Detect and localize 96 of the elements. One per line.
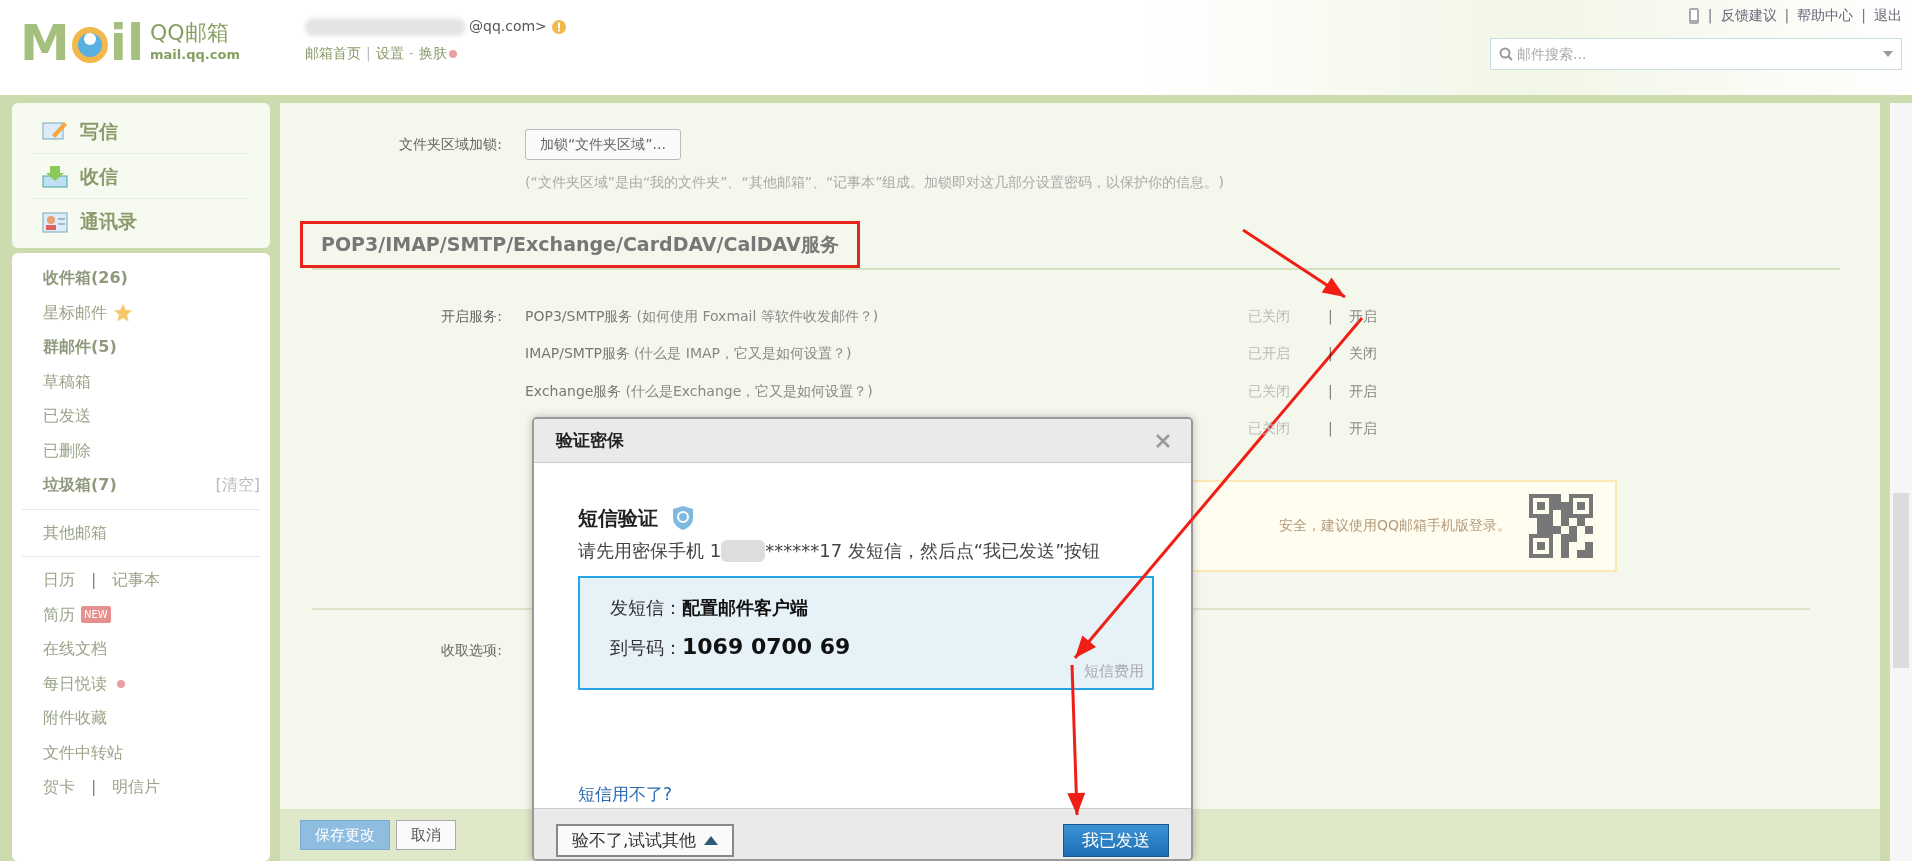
notice-text: 安全，建议使用QQ邮箱手机版登录。 [1278,516,1511,535]
separator: | [1328,419,1333,439]
pencil-icon [42,119,68,143]
toggle-link[interactable]: 开启 [1348,380,1377,402]
folder-link[interactable]: 附件收藏 [43,701,107,736]
status-text: 已开启 [1248,344,1291,364]
top-link[interactable]: 退出 [1874,5,1902,26]
sms-value: 1069 0700 69 [682,633,851,662]
help-link[interactable]: (什么是 IMAP，它又是如何设置？) [633,343,852,365]
field-label: 收取选项: [440,640,503,660]
sms-label: 到号码： [610,636,682,661]
separator: | [1707,6,1713,26]
qr-code [1529,493,1593,558]
folder-link[interactable]: 已发送 [43,399,91,434]
dialog-heading: 短信验证 [578,505,658,533]
redaction-mark [721,539,766,562]
other-method-button[interactable]: 验不了,试试其他 [556,823,735,858]
cancel-button[interactable]: 取消 [396,819,456,851]
sidebar-action[interactable]: 写信 [32,109,250,154]
dialog-title: 验证密保 [556,428,624,452]
instruction-text: ******17 发短信，然后点“我已发送”按钮 [765,539,1101,564]
logo-title: QQ邮箱 [150,21,230,46]
new-badge: NEW [81,606,111,624]
service-name: IMAP/SMTP服务 [525,344,630,364]
caret-icon [704,835,719,845]
account-email: @qq.com> [469,17,547,36]
fee-link[interactable]: 短信费用 [1084,659,1144,683]
scrollbar[interactable] [1890,103,1912,861]
service-name: Exchange服务 [525,381,622,401]
sidebar-action[interactable]: 通讯录 [32,199,250,244]
header-link[interactable]: 换肤 [418,43,447,64]
separator: | [1328,306,1333,327]
sms-value: 配置邮件客户端 [682,596,808,621]
search-icon [1499,47,1513,61]
folder-link[interactable]: 日历 [43,568,75,593]
separator: | [1784,6,1790,26]
separator: | [91,776,97,799]
status-text: 已关闭 [1248,306,1291,326]
logo-letter: il [109,18,145,68]
folder-link[interactable]: 已删除 [43,433,91,468]
folder-link[interactable]: 群邮件(5) [43,330,117,365]
sidebar-action[interactable]: 收信 [32,154,250,199]
separator: | [91,569,97,592]
folder-link[interactable]: 其他邮箱 [43,515,107,550]
folder-link[interactable]: 简历 [43,597,75,632]
separator: | [1328,381,1333,402]
help-link[interactable]: (如何使用 Foxmail 等软件收发邮件？) [636,305,879,327]
separator: - [408,44,414,63]
separator: | [1861,6,1866,26]
toggle-link[interactable]: 开启 [1348,305,1377,327]
folder-link[interactable]: 明信片 [112,775,161,800]
notification-dot [117,679,125,688]
contact-card-icon [42,209,68,234]
section-title: POP3/IMAP/SMTP/Exchange/CardDAV/CalDAV服务 [321,233,839,255]
separator: | [1328,344,1333,364]
folder-link[interactable]: 贺卡 [43,775,75,800]
save-button[interactable]: 保存更改 [300,819,390,851]
notification-dot [448,49,457,58]
folder-link[interactable]: 收件箱(26) [43,261,128,296]
star-icon [113,302,133,323]
phone-icon[interactable] [1687,6,1700,25]
search-field[interactable]: 邮件搜索... [1490,38,1902,70]
instruction-text: 请先用密保手机 1 [578,539,722,564]
logo-domain: mail.qq.com [150,46,240,65]
sms-label: 发短信： [610,596,682,621]
folder-link[interactable]: 在线文档 [43,632,107,667]
toggle-link[interactable]: 开启 [1348,418,1377,440]
folder-link[interactable]: 星标邮件 [43,295,107,330]
folder-link[interactable]: 草稿箱 [43,364,91,399]
download-icon [42,164,68,188]
dropdown-icon [1883,51,1893,57]
top-link[interactable]: 反馈建议 [1720,5,1777,26]
folder-link[interactable]: 文件中转站 [43,735,123,770]
shield-icon [672,505,694,532]
lock-button[interactable]: 加锁“文件夹区域”... [525,129,681,160]
top-link[interactable]: 帮助中心 [1797,5,1854,26]
folder-link[interactable]: 记事本 [112,568,161,593]
close-icon[interactable] [1155,432,1171,449]
separator: | [366,44,371,64]
scroll-thumb[interactable] [1893,493,1909,668]
header-link[interactable]: 邮箱首页 [305,43,361,64]
service-name: POP3/SMTP服务 [525,306,633,326]
warning-icon[interactable] [550,18,567,35]
confirm-button[interactable]: 我已发送 [1063,823,1169,858]
logo-letter: M [20,18,70,68]
folder-link[interactable]: 每日悦读 [43,666,107,701]
help-link[interactable]: (什么是Exchange，它又是如何设置？) [625,380,873,402]
help-link[interactable]: 短信用不了? [578,782,673,808]
help-text: (“文件夹区域”是由“我的文件夹”、“其他邮箱”、“记事本”组成。加锁即对这几部分设置密码，以保护你的信息。) [525,173,1225,192]
header-link[interactable]: 设置 [375,43,404,64]
status-text: 已关闭 [1248,381,1291,401]
field-label: 文件夹区域加锁: [398,135,503,154]
toggle-link[interactable]: 关闭 [1348,343,1377,365]
clear-link[interactable]: [清空] [215,473,260,498]
field-label: 开启服务: [440,306,503,326]
folder-link[interactable]: 垃圾箱(7) [43,468,117,503]
